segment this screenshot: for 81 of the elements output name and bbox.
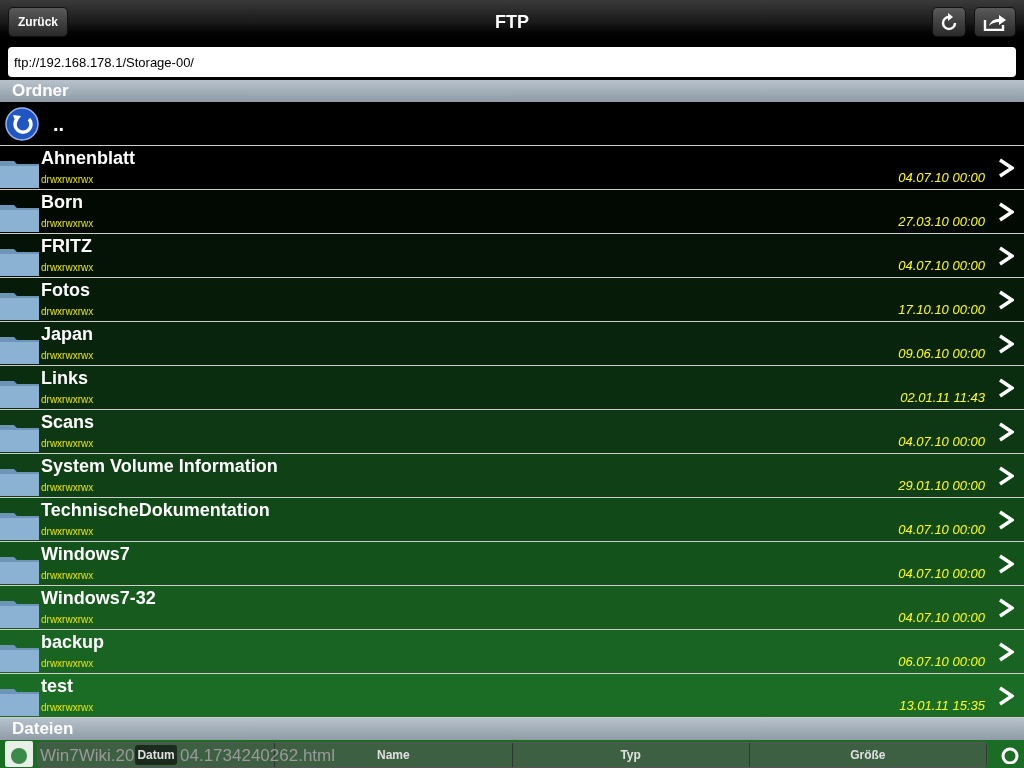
folder-date: 04.07.10 00:00: [898, 168, 985, 187]
chevron-icon: [998, 289, 1014, 310]
folder-permissions: drwxrwxrwx: [41, 526, 95, 538]
parent-folder-entry[interactable]: ..: [53, 108, 65, 139]
folder-permissions: drwxrwxrwx: [41, 218, 94, 230]
section-title: Ordner: [12, 80, 69, 103]
folder-date: 27.03.10 00:00: [898, 212, 985, 231]
folder-permissions: drwxrwxrwx: [41, 350, 94, 362]
address-field[interactable]: ftp://192.168.178.1/Storage-00/: [8, 47, 1016, 77]
folder-name: System Volume Information: [41, 455, 278, 477]
folder-permissions: drwxrwxrwx: [41, 482, 95, 494]
folder-name: FRITZ: [41, 235, 93, 257]
folder-permissions: drwxrwxrwx: [41, 262, 94, 274]
folder-date: 04.07.10 00:00: [898, 432, 985, 451]
folder-date: 04.07.10 00:00: [898, 608, 985, 627]
folder-date: 13.01.11 15:35: [899, 696, 985, 715]
folder-name: test: [41, 675, 74, 697]
back-button[interactable]: Zurück: [8, 7, 68, 37]
folder-permissions: drwxrwxrwx: [41, 570, 95, 582]
chevron-icon: [998, 597, 1014, 618]
file-icon: [4, 740, 34, 768]
folder-date: 04.07.10 00:00: [898, 520, 985, 539]
folder-permissions: drwxrwxrwx: [41, 394, 94, 406]
sort-tab[interactable]: Größe: [848, 745, 888, 765]
chevron-icon: [998, 245, 1014, 266]
chevron-icon: [998, 509, 1014, 530]
folder-row[interactable]: Fotos drwxrwxrwx 17.10.10 00:00: [0, 278, 1024, 322]
folder-row[interactable]: test drwxrwxrwx 13.01.11 15:35: [0, 674, 1024, 718]
folder-row[interactable]: Windows7-32 drwxrwxrwx 04.07.10 00:00: [0, 586, 1024, 630]
sort-tab[interactable]: Typ: [618, 745, 643, 765]
folder-row[interactable]: backup drwxrwxrwx 06.07.10 00:00: [0, 630, 1024, 674]
folder-permissions: drwxrwxrwx: [41, 438, 95, 450]
folder-row[interactable]: TechnischeDokumentation drwxrwxrwx 04.07.10 00:00: [0, 498, 1024, 542]
folder-row[interactable]: FRITZ drwxrwxrwx 04.07.10 00:00: [0, 234, 1024, 278]
chevron-icon: [998, 685, 1014, 706]
folder-row[interactable]: Born drwxrwxrwx 27.03.10 00:00: [0, 190, 1024, 234]
share-icon: [983, 13, 1007, 31]
sort-tab[interactable]: Name: [375, 745, 412, 765]
folder-date: 02.01.11 11:43: [900, 388, 985, 407]
folder-permissions: drwxrwxrwx: [41, 702, 94, 714]
folder-name: Scans: [41, 411, 95, 433]
folder-name: Windows7: [41, 543, 130, 565]
sort-tab[interactable]: Datum: [135, 745, 177, 765]
folder-name: TechnischeDokumentation: [41, 499, 270, 521]
section-title: Dateien: [12, 718, 74, 741]
folder-permissions: drwxrwxrwx: [41, 306, 94, 318]
folder-name: Japan: [41, 323, 94, 345]
folder-date: 17.10.10 00:00: [898, 300, 985, 319]
file-name: Win7Wiki.20: [40, 745, 135, 767]
folder-permissions: drwxrwxrwx: [41, 658, 95, 670]
chevron-icon: [998, 333, 1014, 354]
folder-name: Windows7-32: [41, 587, 156, 609]
chevron-icon: [998, 377, 1014, 398]
folder-name: Ahnenblatt: [41, 147, 135, 169]
folder-name: Links: [41, 367, 89, 389]
folder-permissions: drwxrwxrwx: [41, 614, 95, 626]
folder-row[interactable]: Scans drwxrwxrwx 04.07.10 00:00: [0, 410, 1024, 454]
folder-date: 04.07.10 00:00: [898, 564, 985, 583]
folder-date: 29.01.10 00:00: [898, 476, 985, 495]
folder-date: 06.07.10 00:00: [898, 652, 985, 671]
share-button[interactable]: [974, 7, 1016, 37]
folder-row[interactable]: Windows7 drwxrwxrwx 04.07.10 00:00: [0, 542, 1024, 586]
chevron-icon: [998, 201, 1014, 222]
folder-permissions: drwxrwxrwx: [41, 174, 95, 186]
refresh-icon: [941, 13, 957, 31]
folder-date: 09.06.10 00:00: [898, 344, 985, 363]
chevron-icon: [998, 421, 1014, 442]
folder-row[interactable]: Links drwxrwxrwx 02.01.11 11:43: [0, 366, 1024, 410]
folder-name: Born: [41, 191, 84, 213]
folder-name: Fotos: [41, 279, 91, 301]
chevron-icon: [998, 157, 1014, 178]
window-title: FTP: [495, 10, 529, 34]
folder-row[interactable]: System Volume Information drwxrwxrwx 29.01.10 00:00: [0, 454, 1024, 498]
folder-date: 04.07.10 00:00: [898, 256, 985, 275]
file-name: 04.1734240262.html: [180, 745, 336, 767]
chevron-icon: [998, 641, 1014, 662]
chevron-icon: [998, 553, 1014, 574]
refresh-button[interactable]: [932, 7, 966, 37]
folder-row[interactable]: Japan drwxrwxrwx 09.06.10 00:00: [0, 322, 1024, 366]
folder-name: backup: [41, 631, 105, 653]
chevron-icon: [998, 465, 1014, 486]
